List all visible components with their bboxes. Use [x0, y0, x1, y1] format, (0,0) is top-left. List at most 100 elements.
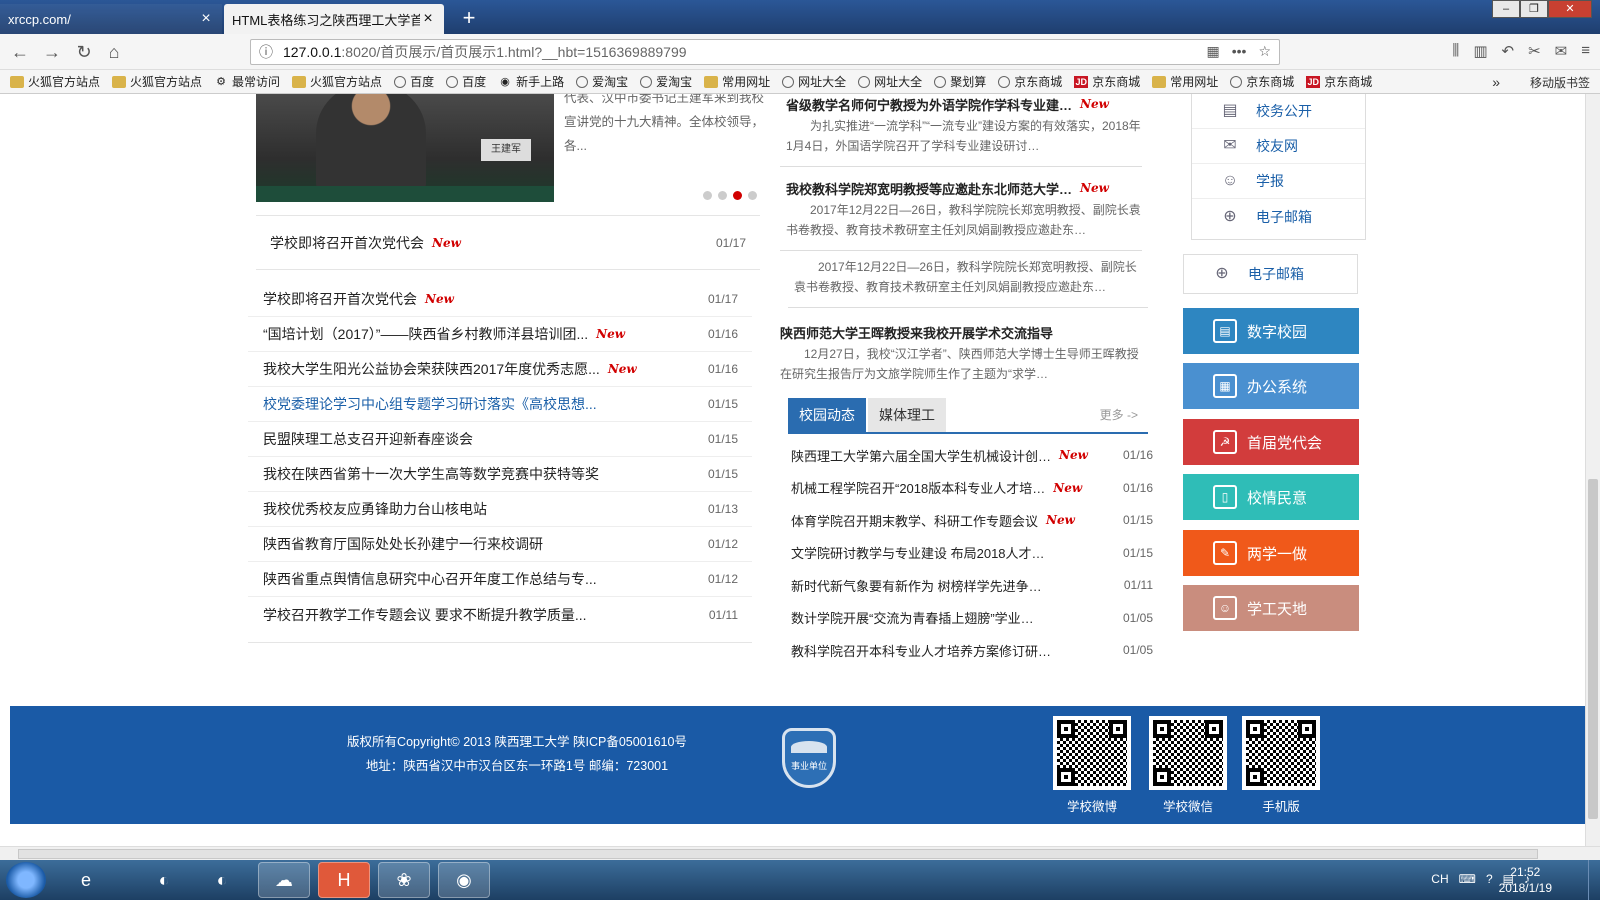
scrollbar-thumb[interactable]	[18, 849, 1538, 859]
article-item[interactable]: 陕西师范大学王晖教授来我校开展学术交流指导 12月27日，我校“汉江学者”、陕西…	[774, 322, 1142, 394]
reload-icon[interactable]: ↻	[72, 40, 96, 64]
campus-news-row[interactable]: 文学院研讨教学与专业建设 布局2018人才… 01/15	[791, 537, 1153, 570]
news-row[interactable]: 学校即将召开首次党代会 New 01/17	[248, 282, 752, 317]
info-icon[interactable]: ⓘ	[259, 42, 273, 62]
article-title[interactable]: 陕西师范大学王晖教授来我校开展学术交流指导	[780, 323, 1053, 342]
tab-media[interactable]: 媒体理工	[868, 398, 946, 432]
headline-title[interactable]: 学校即将召开首次党代会	[270, 233, 424, 253]
new-tab-button[interactable]: +	[455, 4, 483, 32]
bookmark-item[interactable]: 常用网址	[704, 73, 770, 90]
campus-news-row[interactable]: 机械工程学院召开“2018版本科专业人才培… New 01/16	[791, 472, 1153, 505]
qr-code[interactable]	[1149, 716, 1227, 790]
clock[interactable]: 21:52 2018/1/19	[1499, 864, 1552, 896]
news-row[interactable]: “国培计划（2017）”——陕西省乡村教师洋县培训团... New 01/16	[248, 317, 752, 352]
news-title[interactable]: 学校即将召开首次党代会	[263, 289, 417, 309]
news-row[interactable]: 陕西省重点舆情信息研究中心召开年度工作总结与专... 01/12	[248, 562, 752, 597]
campus-news-row[interactable]: 体育学院召开期末教学、科研工作专题会议 New 01/15	[791, 504, 1153, 537]
pet-app-icon[interactable]: ❀	[378, 862, 430, 898]
window-close-button[interactable]: ✕	[1548, 0, 1592, 18]
bookmark-item[interactable]: 京东商城	[998, 73, 1062, 90]
campus-news-row[interactable]: 陕西理工大学第六届全国大学生机械设计创… New 01/16	[791, 439, 1153, 472]
article-item[interactable]: 我校教科学院郑宽明教授等应邀赴东北师范大学… New 2017年12月22日—26…	[780, 178, 1142, 251]
quick-link[interactable]: ✉ 校友网	[1192, 129, 1365, 164]
horizontal-scrollbar[interactable]	[0, 846, 1600, 860]
language-indicator[interactable]: CH	[1431, 872, 1448, 886]
help-icon[interactable]: ?	[1486, 872, 1493, 886]
bookmark-item[interactable]: 聚划算	[934, 73, 986, 90]
bookmark-item[interactable]: ⚙ 最常访问	[214, 73, 280, 90]
news-title[interactable]: “国培计划（2017）”——陕西省乡村教师洋县培训团...	[263, 324, 588, 344]
news-row[interactable]: 校党委理论学习中心组专题学习研讨落实《高校思想... 01/15	[248, 387, 752, 422]
bookmark-item[interactable]: ◉ 新手上路	[498, 73, 564, 90]
quick-link-email[interactable]: ⊕ 电子邮箱	[1183, 254, 1358, 294]
home-icon[interactable]: ⌂	[102, 40, 126, 64]
screenshot-icon[interactable]: ✂	[1528, 42, 1541, 60]
chat-icon[interactable]: ✉	[1555, 42, 1568, 60]
show-desktop-button[interactable]	[1588, 860, 1600, 900]
browser-tab-active[interactable]: HTML表格练习之陕西理工大学首页 ×	[224, 4, 444, 34]
bookmark-item[interactable]: JD 京东商城	[1074, 73, 1140, 90]
library-icon[interactable]: ⫼	[1452, 42, 1459, 60]
article-item[interactable]: 2017年12月22日—26日，教科学院院长郑宽明教授、副院长袁书卷教授、教育技…	[788, 255, 1148, 308]
campus-news-title[interactable]: 体育学院召开期末教学、科研工作专题会议	[791, 511, 1038, 530]
side-button[interactable]: ▦ 办公系统	[1183, 363, 1359, 409]
start-button[interactable]	[6, 862, 46, 898]
qr-code[interactable]	[1053, 716, 1131, 790]
undo-icon[interactable]: ↶	[1502, 42, 1515, 60]
app-icon[interactable]: ◐	[196, 862, 248, 898]
ie-icon[interactable]: e	[60, 862, 112, 898]
page-actions-icon[interactable]: •••	[1232, 43, 1247, 60]
news-row[interactable]: 民盟陕理工总支召开迎新春座谈会 01/15	[248, 422, 752, 457]
star-icon[interactable]: ☆	[1258, 43, 1271, 60]
bookmark-item[interactable]: 火狐官方站点	[292, 73, 382, 90]
quick-link[interactable]: ⊕ 电子邮箱	[1192, 199, 1365, 234]
quick-link[interactable]: ☺ 学报	[1192, 164, 1365, 199]
bookmark-item[interactable]: 爱淘宝	[576, 73, 628, 90]
news-row[interactable]: 我校大学生阳光公益协会荣获陕西2017年度优秀志愿... New 01/16	[248, 352, 752, 387]
carousel-dot[interactable]	[718, 191, 727, 200]
carousel-dot-active[interactable]	[733, 191, 742, 200]
carousel-dot[interactable]	[748, 191, 757, 200]
news-title[interactable]: 陕西省教育厅国际处处长孙建宁一行来校调研	[263, 534, 543, 554]
news-row[interactable]: 我校在陕西省第十一次大学生高等数学竞赛中获特等奖 01/15	[248, 457, 752, 492]
minimize-button[interactable]: –	[1492, 0, 1520, 18]
bookmark-item[interactable]: 火狐官方站点	[112, 73, 202, 90]
news-title[interactable]: 校党委理论学习中心组专题学习研讨落实《高校思想...	[263, 394, 597, 414]
news-photo[interactable]: 王建军	[256, 94, 554, 202]
side-button[interactable]: ☺ 学工天地	[1183, 585, 1359, 631]
article-title[interactable]: 省级教学名师何宁教授为外语学院作学科专业建…	[786, 95, 1072, 114]
address-bar[interactable]: ⓘ 127.0.0.1 :8020/首页展示/首页展示1.html?__hbt=…	[250, 39, 1280, 65]
bookmark-item[interactable]: 京东商城	[1230, 73, 1294, 90]
article-item[interactable]: 省级教学名师何宁教授为外语学院作学科专业建… New 为扎实推进“一流学科”“一流…	[780, 94, 1142, 167]
news-title[interactable]: 陕西省重点舆情信息研究中心召开年度工作总结与专...	[263, 569, 597, 589]
bookmark-item[interactable]: 网址大全	[858, 73, 922, 90]
news-title[interactable]: 我校优秀校友应勇锋助力台山核电站	[263, 499, 487, 519]
campus-news-row[interactable]: 教科学院召开本科专业人才培养方案修订研… 01/05	[791, 634, 1153, 667]
qr-code[interactable]	[1242, 716, 1320, 790]
close-icon[interactable]: ×	[420, 10, 436, 28]
side-button[interactable]: ▤ 数字校园	[1183, 308, 1359, 354]
side-button[interactable]: ✎ 两学一做	[1183, 530, 1359, 576]
bookmark-item[interactable]: JD 京东商城	[1306, 73, 1372, 90]
tab-campus-news[interactable]: 校园动态	[788, 398, 866, 432]
menu-icon[interactable]: ≡	[1581, 42, 1590, 60]
firefox-icon[interactable]: ◉	[438, 862, 490, 898]
maximize-button[interactable]: ❐	[1520, 0, 1548, 18]
campus-news-title[interactable]: 陕西理工大学第六届全国大学生机械设计创…	[791, 446, 1051, 465]
side-button[interactable]: ☭ 首届党代会	[1183, 419, 1359, 465]
scrollbar-thumb[interactable]	[1588, 479, 1598, 819]
news-title[interactable]: 学校召开教学工作专题会议 要求不断提升教学质量...	[263, 605, 587, 625]
mobile-bookmarks[interactable]: 移动版书签	[1530, 74, 1590, 91]
campus-news-title[interactable]: 数计学院开展“交流为青春插上翅膀”学业…	[791, 608, 1034, 627]
news-row[interactable]: 学校召开教学工作专题会议 要求不断提升教学质量... 01/11	[248, 597, 752, 632]
vertical-scrollbar[interactable]	[1585, 94, 1600, 846]
cloud-app-icon[interactable]: ☁	[258, 862, 310, 898]
article-title[interactable]: 我校教科学院郑宽明教授等应邀赴东北师范大学…	[786, 179, 1072, 198]
bookmark-item[interactable]: 爱淘宝	[640, 73, 692, 90]
qr-code-icon[interactable]: ▦	[1206, 43, 1219, 60]
campus-news-row[interactable]: 数计学院开展“交流为青春插上翅膀”学业… 01/05	[791, 602, 1153, 635]
close-icon[interactable]: ×	[198, 10, 214, 28]
campus-news-row[interactable]: 新时代新气象要有新作为 树榜样学先进争… 01/11	[791, 569, 1153, 602]
bookmark-item[interactable]: 百度	[394, 73, 434, 90]
keyboard-icon[interactable]: ⌨	[1459, 872, 1476, 886]
